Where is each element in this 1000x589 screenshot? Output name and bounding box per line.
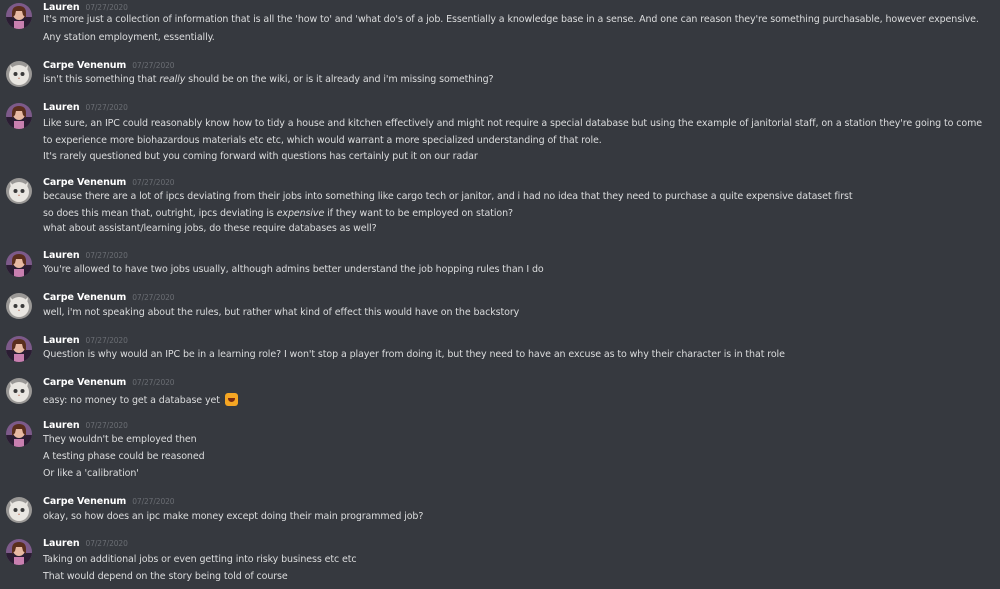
message-header: Carpe Venenum 07/27/2020	[43, 177, 175, 188]
scream-emoji-icon	[224, 393, 238, 406]
message-header: Carpe Venenum 07/27/2020	[43, 292, 175, 303]
message-text: so does this mean that, outright, ipcs d…	[43, 208, 513, 219]
author-name[interactable]: Lauren	[43, 420, 80, 431]
author-name[interactable]: Carpe Venenum	[43, 496, 126, 507]
avatar[interactable]	[6, 3, 32, 29]
message-text: It's rarely questioned but you coming fo…	[43, 151, 478, 162]
message-text: Like sure, an IPC could reasonably know …	[43, 118, 982, 146]
avatar[interactable]	[6, 336, 32, 362]
message-text: well, i'm not speaking about the rules, …	[43, 307, 520, 318]
avatar[interactable]	[6, 178, 32, 204]
message-header: Lauren 07/27/2020	[43, 538, 128, 549]
author-name[interactable]: Carpe Venenum	[43, 177, 126, 188]
message-text: You're allowed to have two jobs usually,…	[43, 264, 544, 275]
message-text: easy: no money to get a database yet	[43, 393, 238, 406]
message-text-content: easy: no money to get a database yet	[43, 395, 220, 406]
author-name[interactable]: Lauren	[43, 2, 80, 13]
author-name[interactable]: Lauren	[43, 102, 80, 113]
message-header: Carpe Venenum 07/27/2020	[43, 377, 175, 388]
timestamp: 07/27/2020	[132, 293, 175, 302]
timestamp: 07/27/2020	[85, 103, 128, 112]
timestamp: 07/27/2020	[132, 497, 175, 506]
message-header: Carpe Venenum 07/27/2020	[43, 496, 175, 507]
avatar[interactable]	[6, 539, 32, 565]
message-text: isn't this something that really should …	[43, 74, 494, 85]
author-name[interactable]: Carpe Venenum	[43, 377, 126, 388]
message-text: That would depend on the story being tol…	[43, 571, 288, 582]
message-text: It's more just a collection of informati…	[43, 14, 979, 25]
avatar[interactable]	[6, 497, 32, 523]
message-text: Question is why would an IPC be in a lea…	[43, 349, 785, 360]
message-text: okay, so how does an ipc make money exce…	[43, 511, 424, 522]
avatar[interactable]	[6, 61, 32, 87]
avatar[interactable]	[6, 293, 32, 319]
timestamp: 07/27/2020	[85, 336, 128, 345]
chat-log: Lauren 07/27/2020 It's more just a collec…	[0, 0, 1000, 589]
message-text: Any station employment, essentially.	[43, 32, 215, 43]
timestamp: 07/27/2020	[132, 378, 175, 387]
message-header: Carpe Venenum 07/27/2020	[43, 60, 175, 71]
message-text: because there are a lot of ipcs deviatin…	[43, 191, 853, 202]
timestamp: 07/27/2020	[85, 251, 128, 260]
avatar[interactable]	[6, 251, 32, 277]
timestamp: 07/27/2020	[85, 3, 128, 12]
message-header: Lauren 07/27/2020	[43, 102, 128, 113]
author-name[interactable]: Carpe Venenum	[43, 292, 126, 303]
avatar[interactable]	[6, 421, 32, 447]
message-header: Lauren 07/27/2020	[43, 250, 128, 261]
avatar[interactable]	[6, 378, 32, 404]
timestamp: 07/27/2020	[85, 421, 128, 430]
timestamp: 07/27/2020	[132, 61, 175, 70]
author-name[interactable]: Carpe Venenum	[43, 60, 126, 71]
message-text: what about assistant/learning jobs, do t…	[43, 223, 377, 234]
message-header: Lauren 07/27/2020	[43, 335, 128, 346]
author-name[interactable]: Lauren	[43, 538, 80, 549]
timestamp: 07/27/2020	[132, 178, 175, 187]
message-text: They wouldn't be employed then	[43, 434, 197, 445]
timestamp: 07/27/2020	[85, 539, 128, 548]
author-name[interactable]: Lauren	[43, 250, 80, 261]
author-name[interactable]: Lauren	[43, 335, 80, 346]
message-text: Taking on additional jobs or even gettin…	[43, 554, 357, 565]
avatar[interactable]	[6, 103, 32, 129]
message-header: Lauren 07/27/2020	[43, 2, 128, 13]
message-header: Lauren 07/27/2020	[43, 420, 128, 431]
message-text: Or like a 'calibration'	[43, 468, 139, 479]
message-text: A testing phase could be reasoned	[43, 451, 205, 462]
